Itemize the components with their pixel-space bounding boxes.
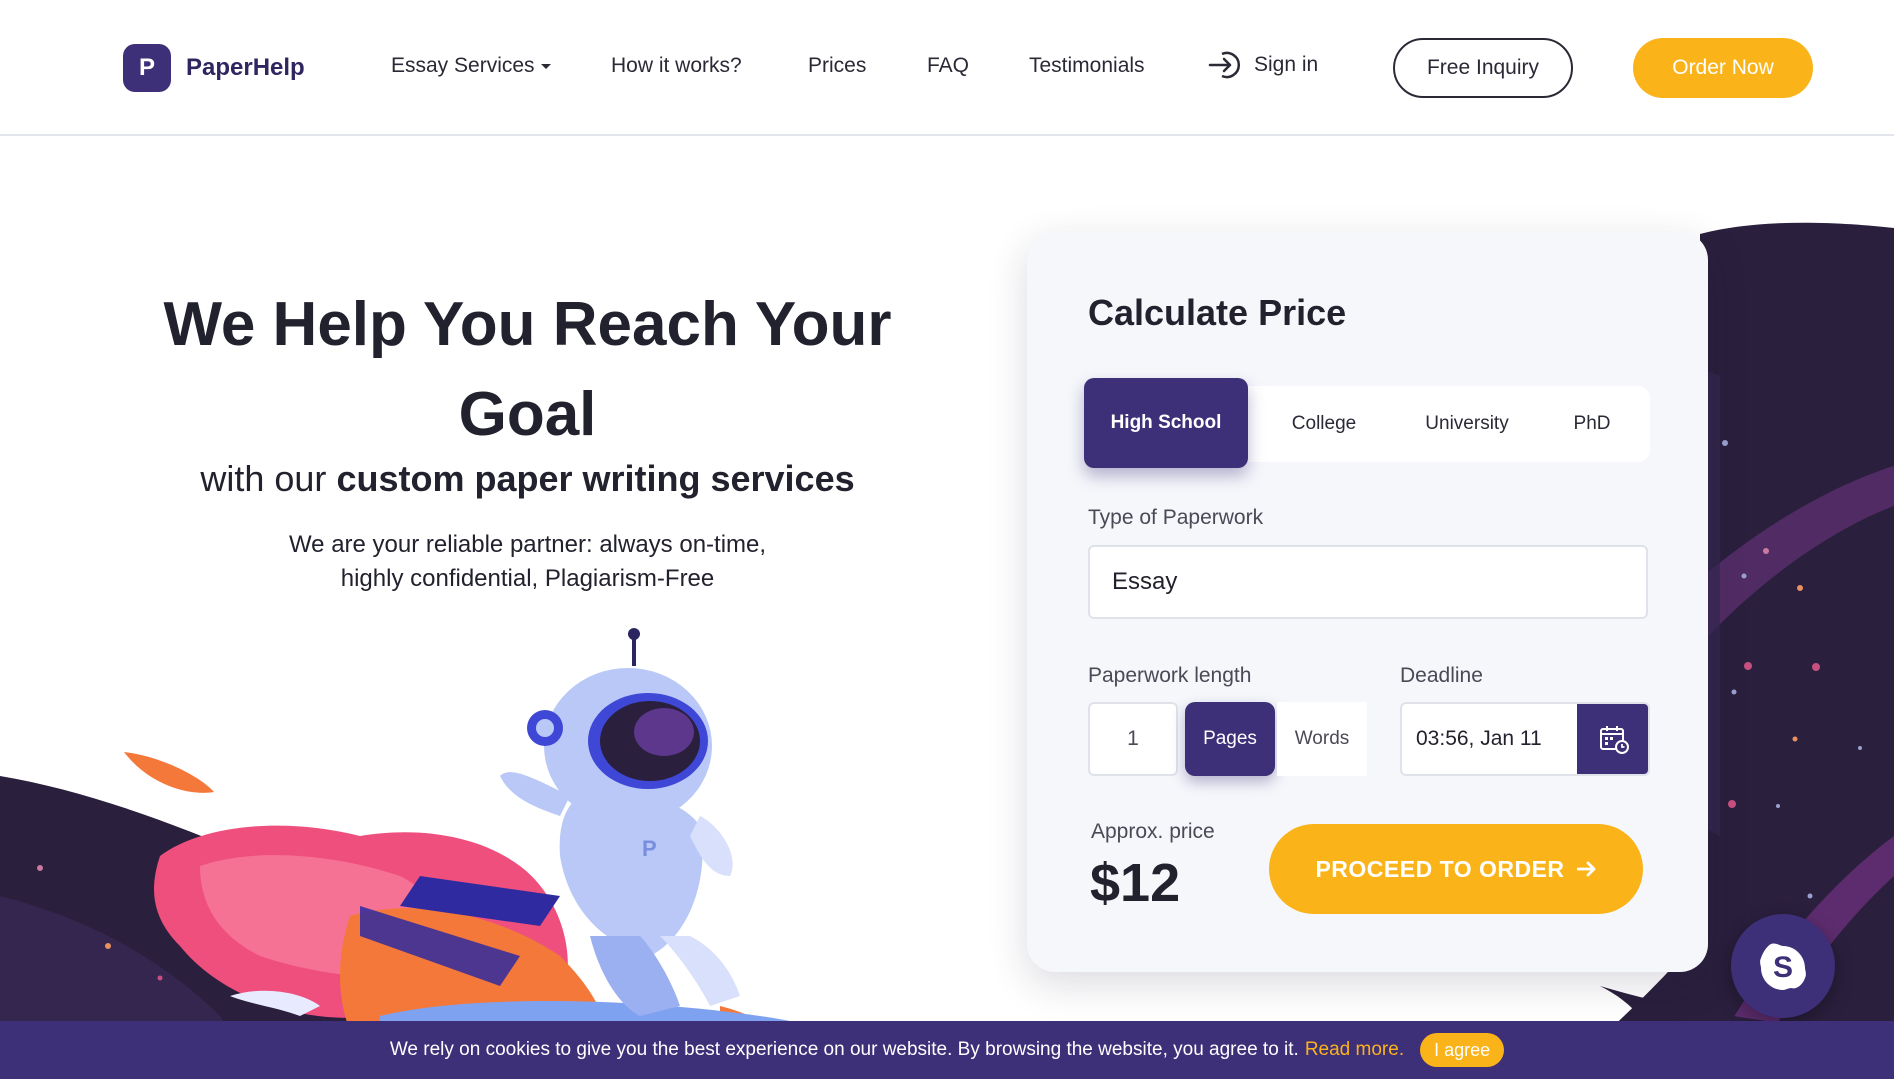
price-calculator: Calculate Price High School College Univ…	[1027, 232, 1708, 972]
cookie-agree-button[interactable]: I agree	[1420, 1033, 1505, 1067]
hero-desc-line2: highly confidential, Plagiarism-Free	[340, 565, 715, 592]
unit-pages-toggle[interactable]: Pages	[1185, 702, 1275, 776]
approx-price-label: Approx. price	[1091, 820, 1215, 843]
level-high-school[interactable]: High School	[1084, 378, 1248, 468]
hero-title-line1: We Help You Reach Your	[163, 290, 892, 359]
nav-prices[interactable]: Prices	[808, 54, 866, 78]
price-value: $12	[1090, 853, 1181, 913]
paperwork-type-select[interactable]: Essay	[1088, 545, 1648, 619]
deadline-field[interactable]: 03:56, Jan 11	[1400, 702, 1650, 776]
cookie-text: We rely on cookies to give you the best …	[389, 1039, 1299, 1060]
skype-icon: S	[1760, 943, 1806, 990]
sign-in-icon	[1208, 51, 1240, 79]
sign-in-link[interactable]: Sign in	[1208, 50, 1318, 80]
hero-description: We are your reliable partner: always on-…	[220, 528, 835, 596]
nav-essay-services[interactable]: Essay Services	[391, 54, 551, 78]
main-nav: Essay Services How it works? Prices FAQ …	[0, 0, 1894, 136]
calculator-title: Calculate Price	[1088, 292, 1347, 333]
calendar-icon	[1599, 726, 1629, 754]
nav-essay-services-label: Essay Services	[391, 54, 535, 77]
level-phd[interactable]: PhD	[1547, 386, 1637, 462]
cookie-read-more-link[interactable]: Read more.	[1305, 1039, 1404, 1061]
calendar-button[interactable]	[1577, 704, 1648, 774]
level-college[interactable]: College	[1264, 386, 1384, 462]
cookie-banner: We rely on cookies to give you the best …	[0, 1021, 1894, 1079]
hero-subtitle: with our custom paper writing services	[120, 458, 935, 500]
nav-testimonials[interactable]: Testimonials	[1029, 54, 1145, 78]
deadline-value: 03:56, Jan 11	[1416, 727, 1542, 750]
order-now-button[interactable]: Order Now	[1633, 38, 1813, 98]
level-university[interactable]: University	[1397, 386, 1537, 462]
deadline-label: Deadline	[1400, 664, 1483, 687]
chevron-down-icon	[540, 63, 551, 69]
length-label: Paperwork length	[1088, 664, 1252, 687]
proceed-to-order-button[interactable]: PROCEED TO ORDER	[1269, 824, 1643, 914]
nav-faq[interactable]: FAQ	[927, 54, 969, 78]
svg-text:P: P	[642, 836, 657, 861]
proceed-label: PROCEED TO ORDER	[1315, 855, 1565, 882]
hero-subtitle-bold: custom paper writing services	[336, 458, 855, 499]
academic-level-tabs: High School College University PhD	[1084, 378, 1650, 468]
site-header: P PaperHelp Essay Services How it works?…	[0, 0, 1894, 136]
unit-words-toggle[interactable]: Words	[1277, 702, 1367, 776]
skype-chat-button[interactable]: S	[1731, 914, 1835, 1018]
free-inquiry-button[interactable]: Free Inquiry	[1393, 38, 1573, 98]
hero-desc-line1: We are your reliable partner: always on-…	[288, 531, 767, 558]
hero-title-line2: Goal	[458, 380, 597, 449]
sign-in-label: Sign in	[1254, 53, 1319, 76]
svg-text:S: S	[1773, 951, 1793, 984]
length-input[interactable]: 1	[1088, 702, 1178, 776]
type-label: Type of Paperwork	[1088, 506, 1264, 529]
nav-how-it-works[interactable]: How it works?	[611, 54, 742, 78]
arrow-right-icon	[1576, 861, 1595, 877]
hero-title: We Help You Reach Your Goal	[120, 280, 935, 460]
hero-subtitle-prefix: with our	[200, 458, 327, 499]
